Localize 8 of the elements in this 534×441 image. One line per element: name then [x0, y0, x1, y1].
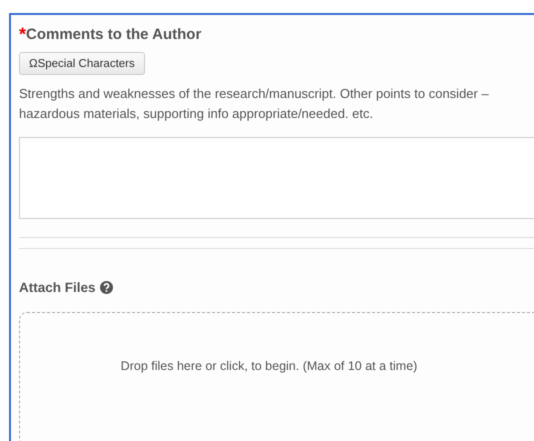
section-title: *Comments to the Author: [19, 24, 202, 45]
dropzone-text: Drop files here or click, to begin. (Max of 10 at a time): [120, 359, 418, 375]
special-characters-button[interactable]: ΩSpecial Characters: [19, 52, 145, 75]
file-dropzone[interactable]: Drop files here or click, to begin. (Max of 10 at a time): [19, 312, 534, 441]
help-icon[interactable]: [100, 281, 113, 294]
help-text: Strengths and weaknesses of the research/manuscript. Other points to consider – hazardous materials, supporting info appropriate/needed. etc.: [19, 85, 490, 123]
section-title: Attach Files: [19, 280, 96, 295]
comments-field[interactable]: [19, 137, 534, 219]
